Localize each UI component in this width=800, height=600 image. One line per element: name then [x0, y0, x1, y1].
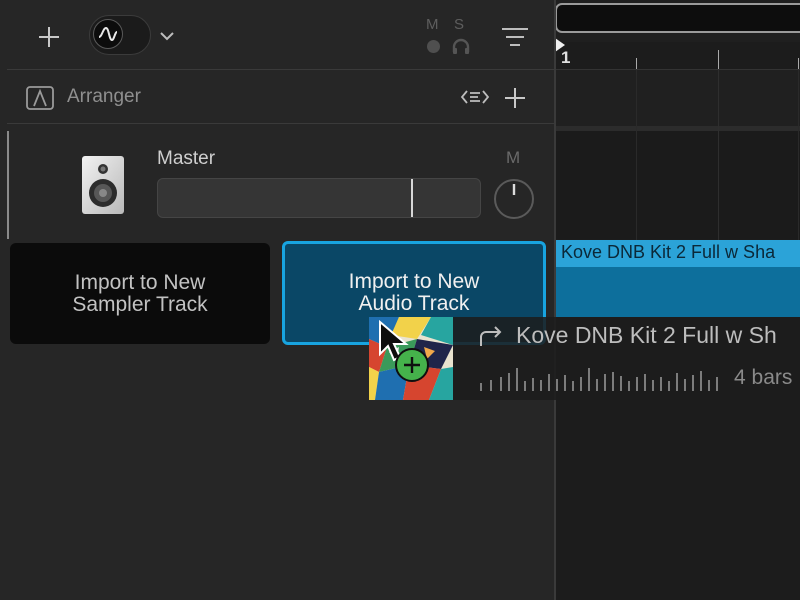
- import-audio-label: Import to New Audio Track: [348, 270, 480, 315]
- arranger-divider: [7, 123, 554, 124]
- header-divider: [7, 69, 554, 70]
- track-menu-button[interactable]: [500, 24, 530, 50]
- expand-arrows-icon: [460, 90, 490, 104]
- add-arranger-section-button[interactable]: [503, 86, 527, 110]
- speaker-icon: [81, 155, 125, 215]
- master-pan-knob[interactable]: [494, 179, 534, 219]
- arrow-turn-icon: [478, 325, 504, 347]
- plus-circle-icon: [395, 348, 429, 382]
- bar-number: 1: [561, 48, 571, 67]
- grid-line: [718, 70, 719, 240]
- drag-item-duration: 4 bars: [734, 366, 793, 389]
- grid-line: [636, 70, 637, 240]
- import-sampler-track-target[interactable]: Import to New Sampler Track: [10, 243, 270, 344]
- beat-tick: [636, 58, 637, 69]
- master-track-name: Master: [157, 148, 216, 169]
- solo-all-label: S: [454, 16, 465, 33]
- plus-icon: [505, 88, 525, 108]
- audio-clip-body[interactable]: [556, 267, 800, 317]
- beat-tick: [798, 58, 799, 69]
- arranger-expand-button[interactable]: [460, 86, 490, 108]
- master-lane[interactable]: [556, 131, 800, 239]
- headphones-icon: [452, 38, 470, 54]
- filter-lines-icon: [502, 28, 528, 46]
- mute-all-button[interactable]: [427, 40, 440, 53]
- master-volume-fader[interactable]: [157, 178, 481, 218]
- solo-all-button[interactable]: [451, 37, 471, 55]
- grid-line: [798, 70, 799, 240]
- plus-icon: [39, 27, 59, 47]
- import-sampler-label: Import to New Sampler Track: [72, 270, 208, 316]
- arranger-label: Arranger: [67, 86, 141, 107]
- chevron-down-icon: [160, 32, 174, 41]
- bar-tick: [718, 50, 719, 69]
- mute-all-label: M: [426, 16, 439, 33]
- add-track-button[interactable]: [36, 24, 62, 50]
- bar-ruler[interactable]: [556, 42, 800, 70]
- drag-item-name: Kove DNB Kit 2 Full w Sh: [516, 322, 777, 348]
- waveform-icon: [93, 19, 123, 49]
- audio-clip-title: Kove DNB Kit 2 Full w Sha: [561, 242, 776, 262]
- waveform-preview: [480, 368, 718, 391]
- fader-handle[interactable]: [411, 179, 413, 217]
- instrument-dropdown[interactable]: [157, 26, 177, 46]
- master-track-accent: [7, 131, 9, 239]
- loop-region-bar[interactable]: [555, 3, 800, 33]
- arranger-a-icon: [26, 86, 54, 110]
- arranger-lane[interactable]: [556, 70, 800, 126]
- master-mute-button[interactable]: M: [506, 148, 520, 168]
- panel-divider[interactable]: [554, 0, 556, 600]
